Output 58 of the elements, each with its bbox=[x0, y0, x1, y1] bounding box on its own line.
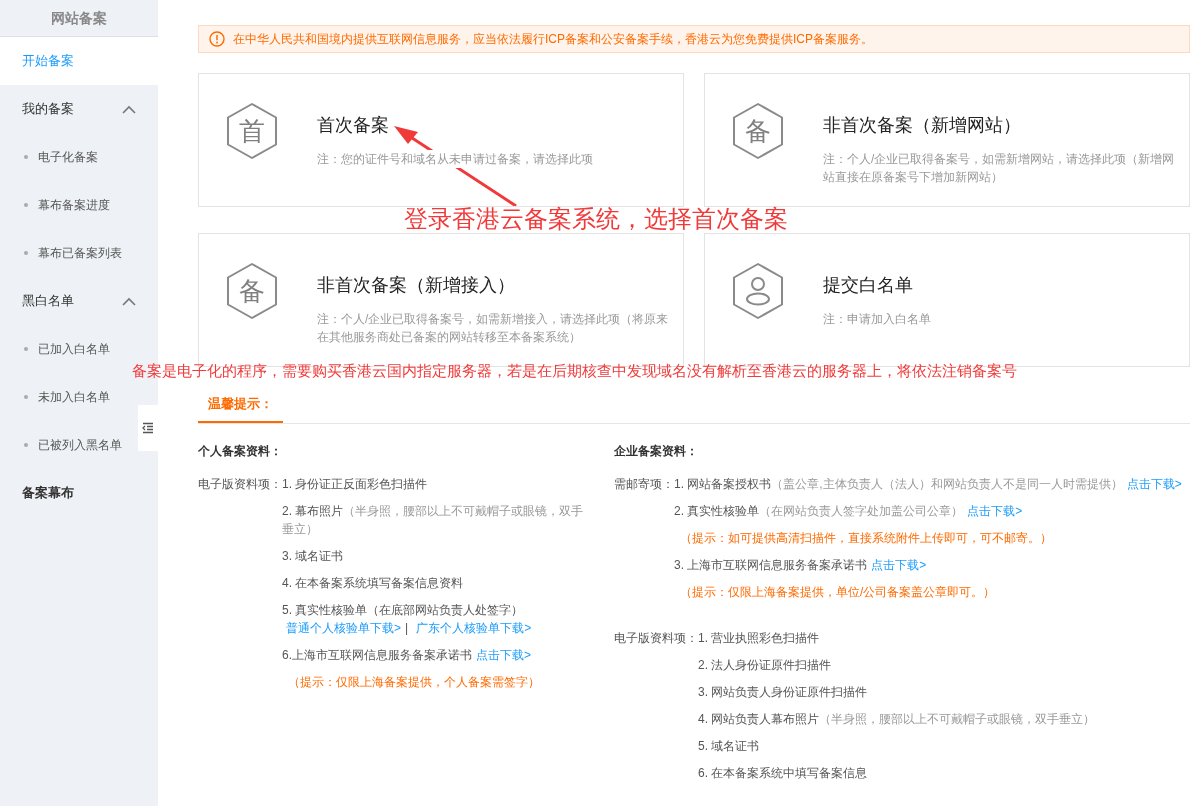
sidebar-subitem[interactable]: 已加入白名单 bbox=[24, 341, 110, 357]
item-text: 6.上海市互联网信息服务备案承诺书 bbox=[282, 648, 472, 662]
chevron-icon bbox=[122, 296, 136, 306]
item-text: 2. 真实性核验单 bbox=[674, 504, 760, 518]
warning-icon bbox=[209, 31, 225, 47]
group-label: 需邮寄项： bbox=[614, 476, 674, 493]
list-item: 5. 真实性核验单（在底部网站负责人处签字） bbox=[282, 602, 525, 619]
hexagon-icon bbox=[225, 262, 279, 320]
card-note: 注：个人/企业已取得备案号，如需新增接入，请选择此项（将原来在其他服务商处已备案的网站转移至本备案系统） bbox=[317, 310, 671, 346]
list-item: 4. 在本备案系统填写备案信息资料 bbox=[282, 575, 465, 592]
item-text: 3. 上海市互联网信息服务备案承诺书 bbox=[674, 558, 868, 572]
chevron-icon bbox=[122, 104, 136, 114]
card-title: 首次备案 bbox=[317, 114, 390, 137]
sidebar-group[interactable]: 我的备案 bbox=[0, 85, 158, 133]
group-label: 电子版资料项： bbox=[198, 476, 282, 493]
collapse-toggle[interactable] bbox=[138, 405, 158, 451]
list-item: 3. 域名证书 bbox=[282, 548, 345, 565]
list-item: 6. 在本备案系统中填写备案信息 bbox=[698, 765, 869, 782]
hint-text: （提示：仅限上海备案提供，个人备案需签字） bbox=[287, 674, 541, 691]
list-item: 1. 营业执照彩色扫描件 bbox=[698, 630, 821, 647]
user-icon bbox=[731, 262, 785, 320]
list-item: 4. 网站负责人幕布照片（半身照，腰部以上不可戴帽子或眼镜，双手垂立） bbox=[698, 711, 1096, 728]
list-item: 3. 网站负责人身份证原件扫描件 bbox=[698, 684, 869, 701]
section-title: 企业备案资料： bbox=[614, 443, 699, 460]
list-item: 5. 域名证书 bbox=[698, 738, 761, 755]
sidebar-subitem[interactable]: 已被列入黑名单 bbox=[24, 437, 122, 453]
separator-text: | bbox=[405, 621, 409, 635]
item-note: （在网站负责人签字处加盖公司公章） bbox=[759, 504, 964, 518]
hint-text: （提示：仅限上海备案提供，单位/公司备案盖公章即可。） bbox=[679, 584, 997, 601]
group-label: 电子版资料项： bbox=[614, 630, 698, 647]
icon-glyph: 备 bbox=[239, 277, 265, 305]
list-item: 2. 法人身份证原件扫描件 bbox=[698, 657, 833, 674]
hint-text: （提示：如可提供高清扫描件，直接系统附件上传即可，可不邮寄。） bbox=[679, 530, 1053, 547]
annotation-heading: 登录香港云备案系统，选择首次备案 bbox=[404, 205, 788, 233]
sidebar-group[interactable]: 黑白名单 bbox=[0, 277, 158, 325]
item-note: （盖公章,主体负责人（法人）和网站负责人不是同一人时需提供） bbox=[771, 477, 1123, 491]
sidebar-subitem[interactable]: 电子化备案 bbox=[24, 149, 98, 165]
card-note: 注：申请加入白名单 bbox=[823, 310, 931, 328]
card-title: 提交白名单 bbox=[823, 274, 914, 297]
notice-text: 在中华人民共和国境内提供互联网信息服务，应当依法履行ICP备案和公安备案手续，香港云为您免费提供ICP备案服务。 bbox=[233, 31, 873, 48]
card-note: 注：您的证件号和域名从未申请过备案，请选择此项 bbox=[317, 150, 593, 168]
icon-glyph: 备 bbox=[745, 117, 771, 145]
icon-glyph: 首 bbox=[239, 117, 265, 145]
sidebar-subitem[interactable]: 未加入白名单 bbox=[24, 389, 110, 405]
card-title: 非首次备案（新增接入） bbox=[317, 274, 516, 297]
list-item: 2. 幕布照片（半身照，腰部以上不可戴帽子或眼镜，双手垂立） bbox=[282, 503, 585, 538]
sidebar-subitem[interactable]: 幕布已备案列表 bbox=[24, 245, 122, 261]
option-card[interactable]: 备 非首次备案（新增网站） 注：个人/企业已取得备案号，如需新增网站，请选择此项（新增网站直接在原备案号下增加新网站） bbox=[704, 73, 1190, 207]
section-title: 个人备案资料： bbox=[198, 443, 283, 460]
hexagon-icon bbox=[225, 102, 279, 160]
hexagon-icon bbox=[731, 102, 785, 160]
option-card[interactable]: 首 首次备案 注：您的证件号和域名从未申请过备案，请选择此项 bbox=[198, 73, 684, 207]
menu-icon bbox=[142, 422, 154, 434]
sidebar-subitem[interactable]: 幕布备案进度 bbox=[24, 197, 110, 213]
sidebar-item[interactable]: 备案幕布 bbox=[0, 469, 158, 517]
item-text: 1. 网站备案授权书 bbox=[674, 477, 772, 491]
card-title: 非首次备案（新增网站） bbox=[823, 114, 1022, 137]
list-item: 1. 身份证正反面彩色扫描件 bbox=[282, 476, 429, 493]
